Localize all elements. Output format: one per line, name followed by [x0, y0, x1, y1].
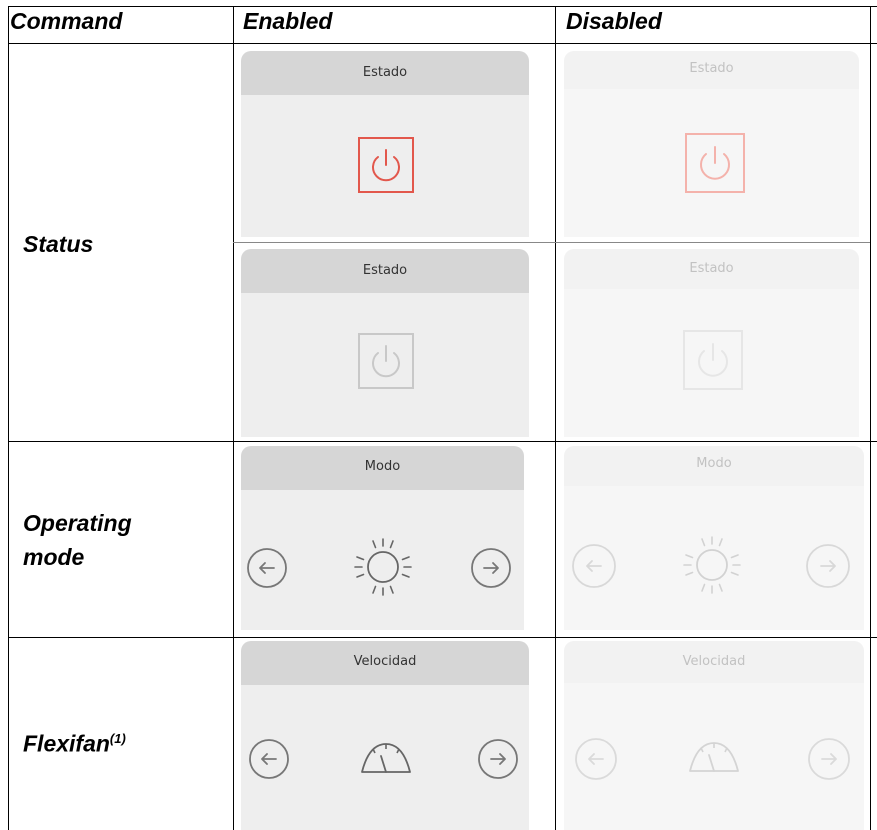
mode-enabled-title: Modo [241, 446, 524, 490]
header-enabled: Enabled [243, 8, 333, 34]
status-enabled-off-widget: Estado [241, 249, 529, 437]
status-disabled-on-title: Estado [564, 51, 859, 89]
column-separator-1 [233, 6, 234, 830]
sun-icon[interactable] [351, 535, 415, 599]
arrow-right-icon[interactable] [470, 547, 512, 589]
status-enabled-on-widget: Estado [241, 51, 529, 237]
table-border-top [8, 6, 877, 7]
column-separator-2 [555, 6, 556, 830]
flexifan-enabled-widget: Velocidad [241, 641, 529, 830]
arrow-left-icon[interactable] [248, 738, 290, 780]
power-icon [683, 330, 743, 390]
arrow-left-icon[interactable] [246, 547, 288, 589]
status-disabled-on-widget: Estado [564, 51, 859, 237]
flexifan-enabled-title: Velocidad [241, 641, 529, 685]
arrow-left-icon [575, 738, 617, 780]
status-enabled-off-title: Estado [241, 249, 529, 293]
table-border-right [870, 6, 871, 830]
table-header-separator [8, 43, 877, 44]
arrow-right-icon[interactable] [477, 738, 519, 780]
row-label-operating-mode: Operating mode [23, 506, 132, 574]
speed-gauge-icon[interactable] [359, 740, 413, 776]
power-icon [685, 133, 745, 193]
arrow-left-icon [572, 544, 616, 588]
sun-icon [683, 536, 741, 594]
row-separator-mode [8, 637, 877, 638]
arrow-right-icon [806, 544, 850, 588]
row-label-status: Status [23, 231, 94, 257]
row-label-flexifan-text: Flexifan [23, 730, 110, 757]
speed-gauge-icon [689, 742, 739, 772]
flexifan-disabled-widget: Velocidad [564, 641, 864, 830]
mode-enabled-widget: Modo [241, 446, 524, 630]
mode-disabled-widget: Modo [564, 446, 864, 630]
status-inner-separator [233, 242, 870, 243]
status-enabled-on-title: Estado [241, 51, 529, 95]
status-disabled-off-widget: Estado [564, 249, 859, 437]
header-disabled: Disabled [566, 8, 662, 34]
power-icon[interactable] [357, 136, 415, 194]
flexifan-disabled-title: Velocidad [564, 641, 864, 683]
row-label-flexifan-footnote: (1) [109, 731, 126, 746]
header-command: Command [10, 8, 123, 34]
row-label-flexifan: Flexifan(1) [23, 722, 126, 761]
row-label-operating-line1: Operating [23, 510, 132, 536]
row-label-operating-line2: mode [23, 544, 85, 570]
power-icon[interactable] [357, 332, 415, 390]
status-disabled-off-title: Estado [564, 249, 859, 289]
arrow-right-icon [808, 738, 850, 780]
table-border-left [8, 6, 9, 830]
row-separator-status [8, 441, 877, 442]
mode-disabled-title: Modo [564, 446, 864, 486]
